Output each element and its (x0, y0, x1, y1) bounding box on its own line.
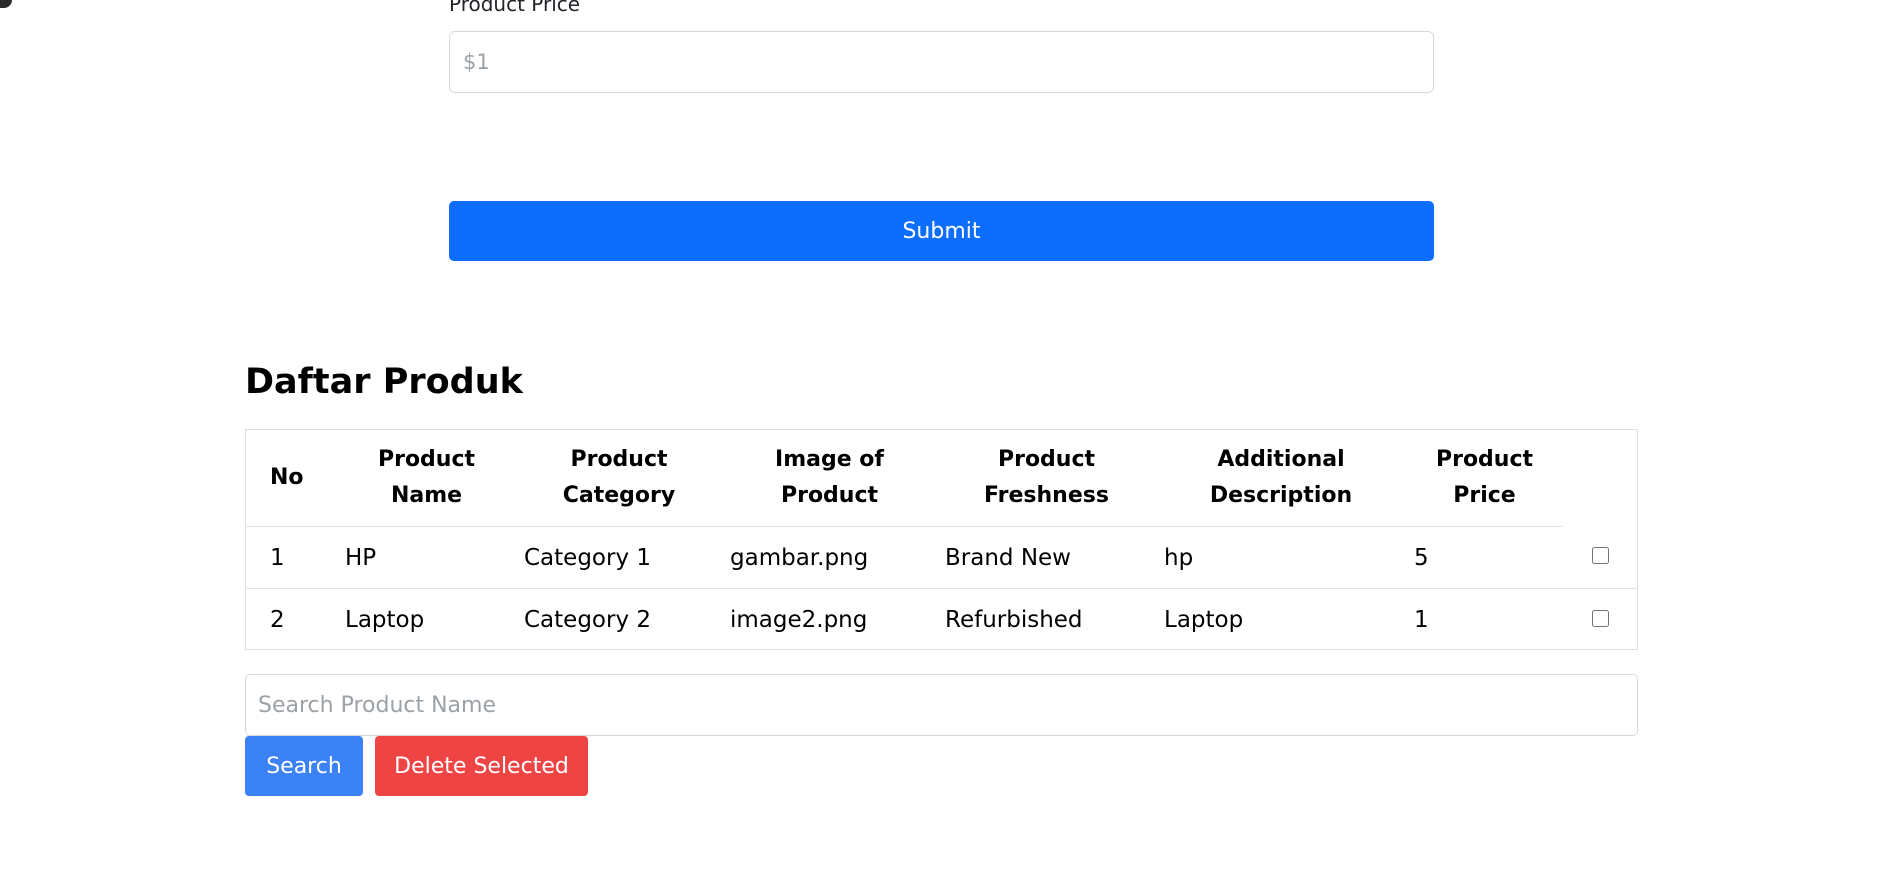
cell-image-of-product: gambar.png (722, 526, 937, 589)
window-corner (0, 0, 12, 8)
cell-select (1563, 526, 1637, 589)
header-no: No (246, 430, 337, 527)
cell-additional-description: Laptop (1164, 606, 1244, 633)
table-row: 2 Laptop Category 2 image2.png Refurbish… (246, 589, 1637, 651)
delete-selected-button[interactable]: Delete Selected (375, 736, 588, 796)
cell-image-of-product: image2.png (730, 606, 868, 633)
product-price-label: Product Price (449, 0, 581, 16)
cell-product-name: HP (337, 526, 516, 589)
header-product-price: Product Price (1406, 430, 1563, 527)
cell-additional-description: hp (1156, 526, 1406, 589)
table-row: 1 HP Category 1 gambar.png Brand New hp … (246, 526, 1637, 589)
product-table: No Product Name Product Category Image o… (246, 430, 1637, 650)
header-additional-description: Additional Description (1156, 430, 1406, 527)
table-header-row: No Product Name Product Category Image o… (246, 430, 1637, 527)
row-select-checkbox[interactable] (1591, 609, 1609, 627)
cell-product-category: Category 1 (516, 526, 722, 589)
header-product-category: Product Category (516, 430, 722, 527)
search-input[interactable] (245, 674, 1638, 736)
cell-product-name: Laptop (345, 606, 425, 633)
cell-no: 2 (270, 606, 285, 633)
header-image-of-product: Image of Product (722, 430, 937, 527)
page: Product Price Submit Daftar Produk No Pr… (0, 0, 1888, 886)
header-product-name: Product Name (337, 430, 516, 527)
product-table-container: No Product Name Product Category Image o… (245, 429, 1638, 650)
product-price-input[interactable] (449, 31, 1434, 93)
cell-no: 1 (246, 526, 337, 589)
header-select (1563, 430, 1637, 527)
cell-product-category: Category 2 (524, 606, 652, 633)
cell-product-freshness: Refurbished (945, 606, 1083, 633)
submit-button[interactable]: Submit (449, 201, 1434, 261)
cell-product-freshness: Brand New (937, 526, 1156, 589)
cell-product-price: 5 (1406, 526, 1563, 589)
cell-product-price: 1 (1414, 606, 1429, 633)
row-select-checkbox[interactable] (1591, 547, 1609, 565)
search-button[interactable]: Search (245, 736, 363, 796)
product-list-title: Daftar Produk (245, 362, 523, 402)
header-product-freshness: Product Freshness (937, 430, 1156, 527)
cell-select (1563, 589, 1637, 651)
